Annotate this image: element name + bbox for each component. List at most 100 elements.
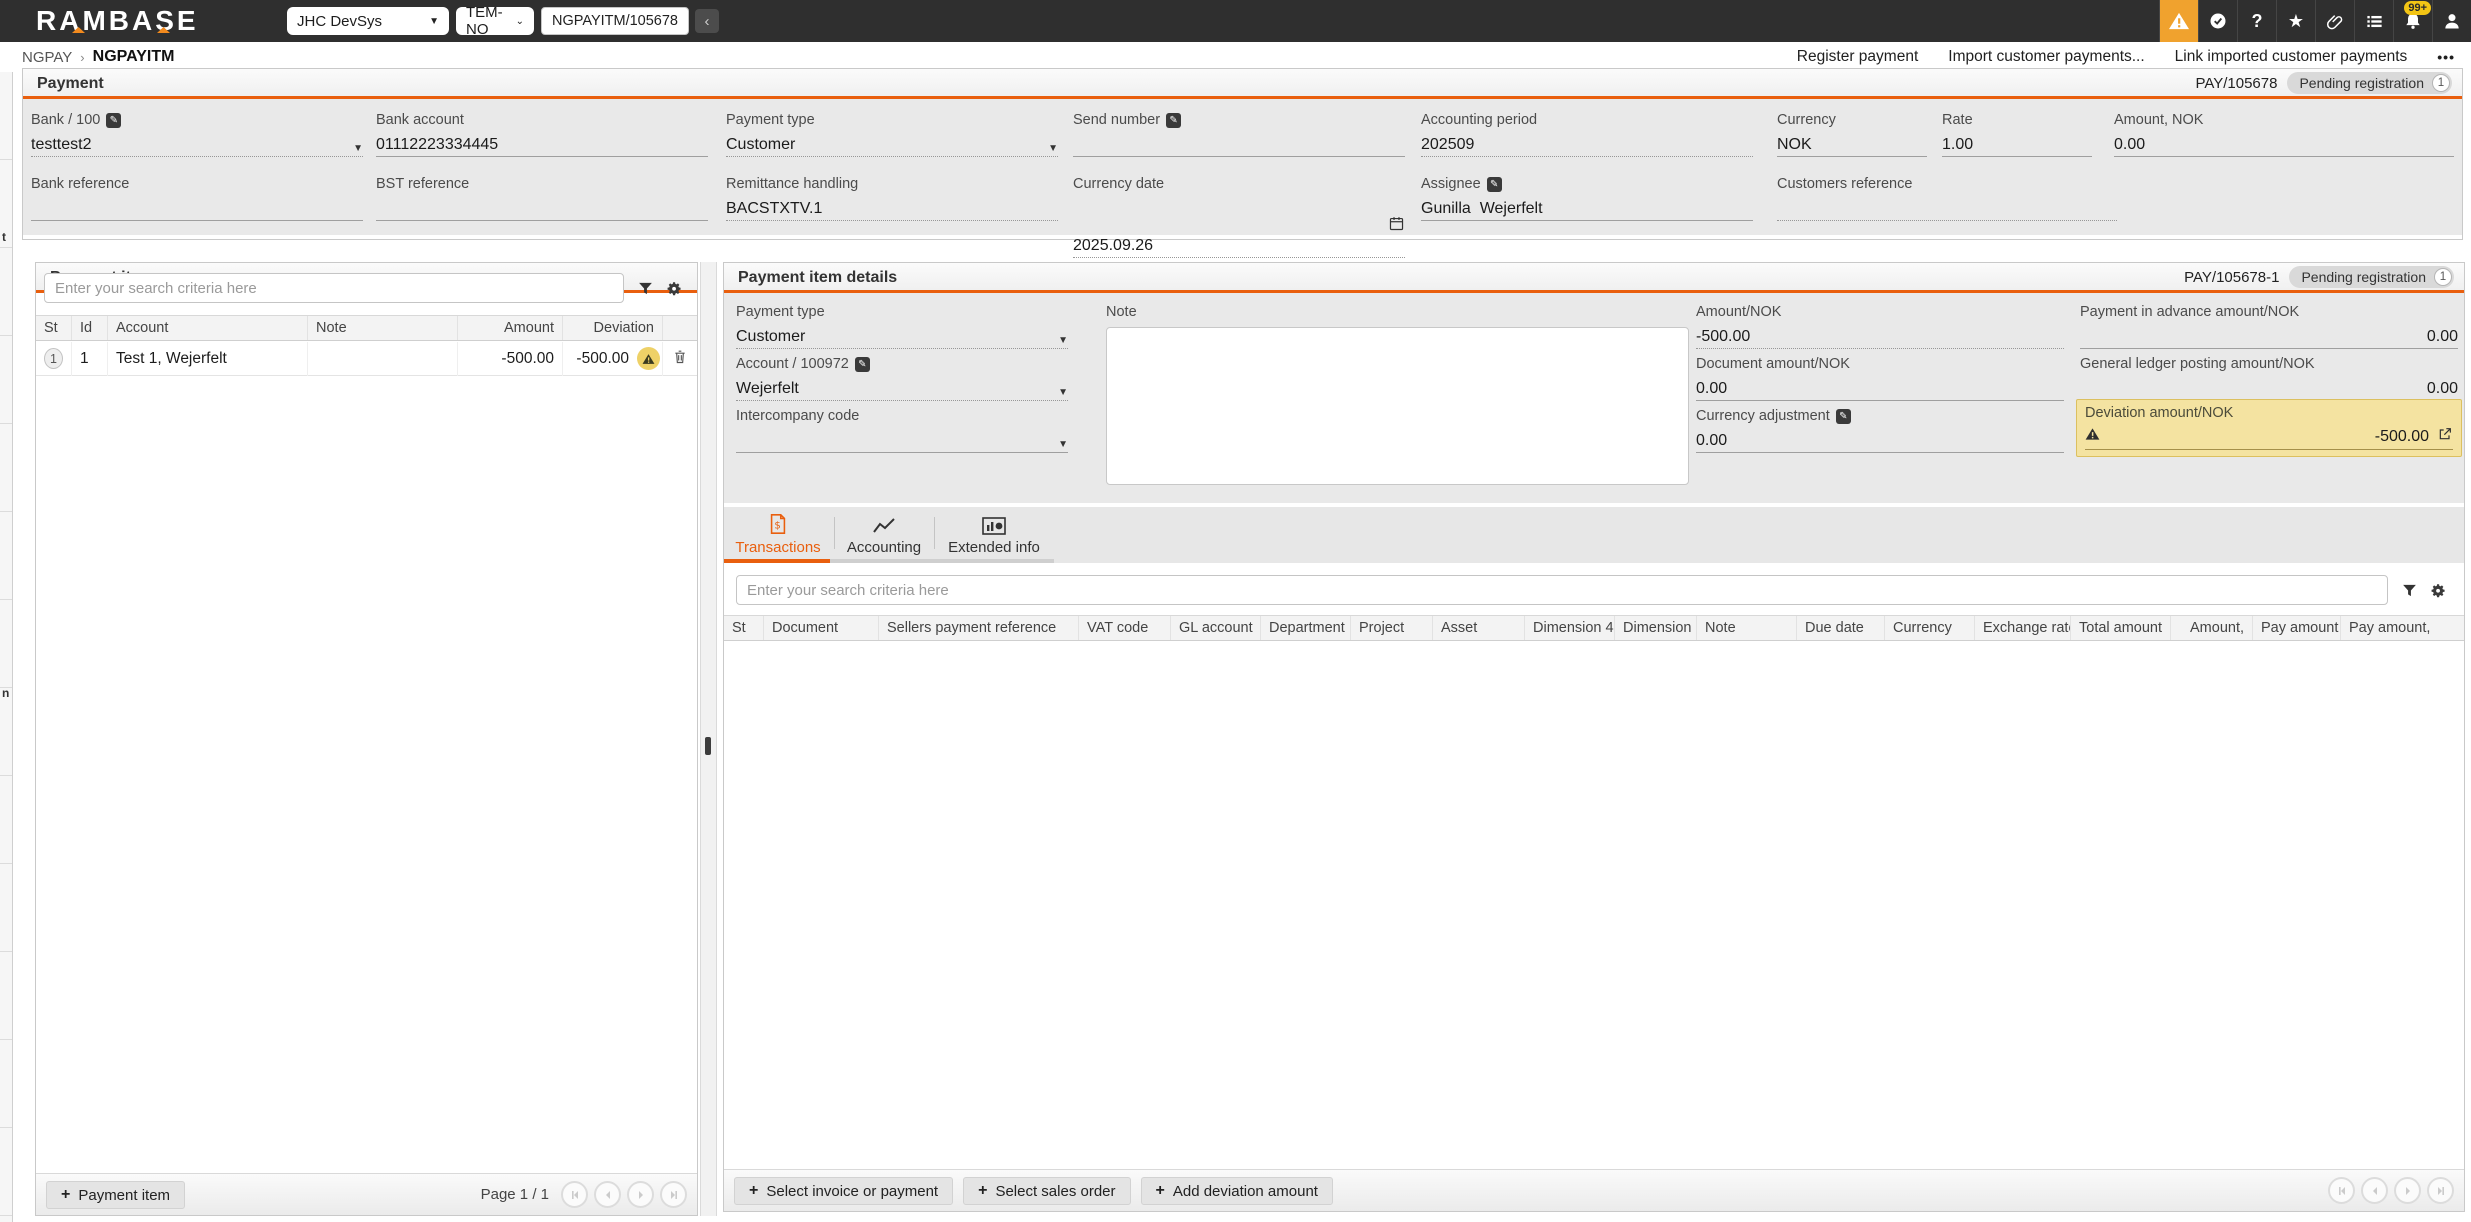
col-sellers-payment-reference[interactable]: Sellers payment reference <box>879 616 1079 640</box>
col-document[interactable]: Document <box>764 616 879 640</box>
bank-reference-input[interactable] <box>31 197 363 221</box>
col-project[interactable]: Project <box>1351 616 1433 640</box>
gear-icon[interactable] <box>662 277 684 299</box>
gear-icon[interactable] <box>2426 579 2448 601</box>
tab-extended-info[interactable]: Extended info <box>942 511 1046 557</box>
first-page-button[interactable] <box>2328 1177 2355 1204</box>
col-st[interactable]: St <box>36 316 72 340</box>
add-deviation-amount-button[interactable]: + Add deviation amount <box>1141 1177 1333 1205</box>
prev-page-button[interactable] <box>594 1181 621 1208</box>
edit-icon[interactable]: ✎ <box>855 357 870 372</box>
import-customer-payments-link[interactable]: Import customer payments... <box>1948 48 2144 66</box>
item-payment-type-select[interactable]: Customer▼ <box>736 325 1068 349</box>
col-note[interactable]: Note <box>308 316 458 340</box>
col-st[interactable]: St <box>724 616 764 640</box>
user-profile-icon[interactable] <box>2432 0 2471 42</box>
remittance-handling-input[interactable]: BACSTXTV.1 <box>726 197 1058 221</box>
collapsed-side-rail[interactable]: t n <box>0 72 13 1222</box>
bst-reference-input[interactable] <box>376 197 708 221</box>
col-dimension-4[interactable]: Dimension 4 ... <box>1525 616 1615 640</box>
payment-type-select[interactable]: Customer▼ <box>726 133 1058 157</box>
payment-items-search-input[interactable] <box>44 273 624 303</box>
edit-icon[interactable]: ✎ <box>1487 177 1502 192</box>
col-asset[interactable]: Asset <box>1433 616 1525 640</box>
transactions-pager <box>2328 1177 2454 1204</box>
help-icon[interactable]: ? <box>2237 0 2276 42</box>
back-button[interactable]: ‹ <box>695 9 719 33</box>
breadcrumb-parent[interactable]: NGPAY <box>22 49 72 66</box>
select-sales-order-button[interactable]: + Select sales order <box>963 1177 1130 1205</box>
edit-icon[interactable]: ✎ <box>1166 113 1181 128</box>
col-vat-code[interactable]: VAT code <box>1079 616 1171 640</box>
col-amount[interactable]: Amount <box>458 316 563 340</box>
prev-page-button[interactable] <box>2361 1177 2388 1204</box>
col-note[interactable]: Note <box>1697 616 1797 640</box>
terminal-select-value: TEM-NO <box>466 4 508 38</box>
attachments-paperclip-icon[interactable] <box>2315 0 2354 42</box>
col-currency[interactable]: Currency <box>1885 616 1975 640</box>
transactions-search-input[interactable] <box>736 575 2388 605</box>
environment-select[interactable]: JHC DevSys ▼ <box>287 7 449 35</box>
calendar-icon[interactable] <box>1335 197 1405 255</box>
col-account[interactable]: Account <box>108 316 308 340</box>
col-gl-account[interactable]: GL account <box>1171 616 1261 640</box>
send-number-input[interactable] <box>1073 133 1405 157</box>
next-page-button[interactable] <box>2394 1177 2421 1204</box>
intercompany-select[interactable]: ▼ <box>736 429 1068 453</box>
select-invoice-or-payment-button[interactable]: + Select invoice or payment <box>734 1177 953 1205</box>
notifications-bell-icon[interactable]: 99+ <box>2393 0 2432 42</box>
more-actions-button[interactable]: ••• <box>2437 49 2455 65</box>
item-status-badge: Pending registration1 <box>2289 266 2454 288</box>
bank-account-input[interactable]: 01112223334445 <box>376 133 708 157</box>
edit-icon[interactable]: ✎ <box>1836 409 1851 424</box>
rambase-logo[interactable]: RAMBASE <box>36 5 199 37</box>
tab-transactions[interactable]: $ Transactions <box>730 511 826 557</box>
col-exchange-rate[interactable]: Exchange rate <box>1975 616 2071 640</box>
advance-amount-label: Payment in advance amount/NOK <box>2080 304 2299 320</box>
col-dimension-5[interactable]: Dimension 5 ... <box>1615 616 1697 640</box>
tab-accounting[interactable]: Accounting <box>842 511 926 557</box>
assignee-value[interactable]: Gunilla Wejerfelt <box>1421 197 1753 221</box>
favorites-star-icon[interactable]: ★ <box>2276 0 2315 42</box>
add-payment-item-button[interactable]: + Payment item <box>46 1181 185 1209</box>
customers-reference-input[interactable] <box>1777 197 2117 221</box>
edit-icon[interactable]: ✎ <box>106 113 121 128</box>
terminal-select[interactable]: TEM-NO ⌄ <box>456 7 534 35</box>
item-account-select[interactable]: Wejerfelt▼ <box>736 377 1068 401</box>
panel-splitter[interactable] <box>700 262 717 1216</box>
item-payment-type-label: Payment type <box>736 304 825 320</box>
field-bank-reference: Bank reference <box>31 175 363 221</box>
accounting-period-input[interactable]: 202509 <box>1421 133 1753 157</box>
task-list-icon[interactable] <box>2354 0 2393 42</box>
deviation-warning-icon[interactable] <box>637 347 660 370</box>
system-warning-icon[interactable] <box>2159 0 2198 42</box>
register-payment-link[interactable]: Register payment <box>1797 48 1918 66</box>
trash-icon[interactable] <box>672 348 688 370</box>
filter-icon[interactable] <box>2398 579 2420 601</box>
bank-select[interactable]: testtest2▼ <box>31 133 363 157</box>
item-details-fields: Payment type Customer▼ Account / 100972✎… <box>724 293 2464 503</box>
col-pay-amount-2[interactable]: Pay amount, <box>2341 616 2433 640</box>
col-pay-amount[interactable]: Pay amount <box>2253 616 2341 640</box>
field-intercompany-code: Intercompany code ▼ <box>736 407 1068 453</box>
first-page-button[interactable] <box>561 1181 588 1208</box>
payment-panel: Payment PAY/105678 Pending registration1… <box>22 68 2463 240</box>
approval-seal-icon[interactable] <box>2198 0 2237 42</box>
item-amount-input[interactable]: -500.00 <box>1696 325 2064 349</box>
external-link-icon[interactable] <box>2437 426 2453 447</box>
col-total-amount[interactable]: Total amount <box>2071 616 2171 640</box>
currency-date-input[interactable]: 2025.09.26 <box>1073 197 1405 258</box>
program-navigation-input[interactable] <box>541 7 689 35</box>
col-deviation[interactable]: Deviation <box>563 316 663 340</box>
col-amount[interactable]: Amount, <box>2171 616 2253 640</box>
col-department[interactable]: Department <box>1261 616 1351 640</box>
note-textarea[interactable] <box>1106 327 1689 485</box>
link-imported-customer-payments-link[interactable]: Link imported customer payments <box>2175 48 2408 66</box>
last-page-button[interactable] <box>660 1181 687 1208</box>
col-id[interactable]: Id <box>72 316 108 340</box>
next-page-button[interactable] <box>627 1181 654 1208</box>
filter-icon[interactable] <box>634 277 656 299</box>
col-due-date[interactable]: Due date <box>1797 616 1885 640</box>
payment-item-row[interactable]: 1 1 Test 1, Wejerfelt -500.00 -500.00 <box>36 342 697 376</box>
last-page-button[interactable] <box>2427 1177 2454 1204</box>
